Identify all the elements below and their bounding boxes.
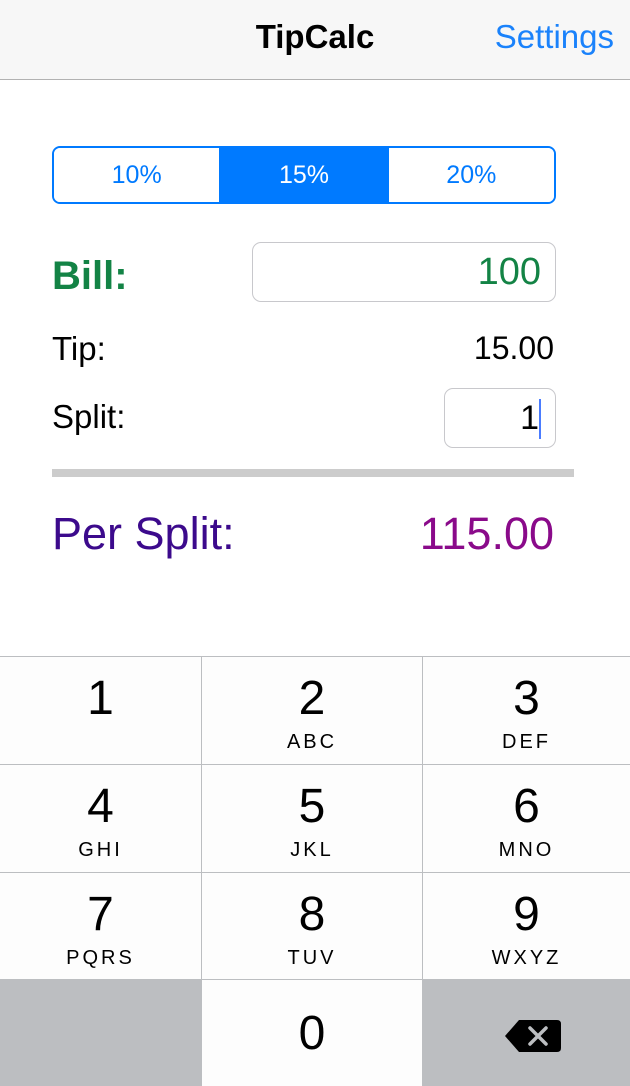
tip-segment-15[interactable]: 15% [219,148,387,202]
key-digit: 9 [513,888,540,941]
split-input[interactable]: 1 [444,388,556,448]
key-7[interactable]: 7 PQRS [0,873,201,979]
key-digit: 2 [298,672,326,725]
tip-amount: 15.00 [473,330,554,366]
key-digit: 7 [87,888,114,941]
key-digit: 0 [298,1007,326,1060]
key-4[interactable]: 4 GHI [0,765,201,872]
key-digit: 6 [513,780,540,833]
bill-label: Bill: [52,254,128,298]
backspace-icon [505,1020,561,1052]
key-3[interactable]: 3 DEF [423,657,630,764]
key-2[interactable]: 2 ABC [202,657,422,764]
split-label: Split: [52,398,126,435]
key-6[interactable]: 6 MNO [423,765,630,872]
key-1[interactable]: 1 [0,657,201,764]
key-letters: WXYZ [491,947,562,969]
tip-segment-20[interactable]: 20% [386,148,554,202]
key-letters: GHI [78,839,123,861]
key-digit: 8 [298,888,326,941]
numeric-keypad: 1 2 ABC 3 DEF 4 GHI 5 JKL 6 MNO 7 PQRS 8… [0,656,630,1086]
key-letters: MNO [498,839,555,861]
settings-button[interactable]: Settings [495,18,614,56]
split-value: 1 [520,399,539,437]
key-0[interactable]: 0 [202,980,422,1086]
divider [52,469,574,477]
key-letters: DEF [502,731,551,753]
key-9[interactable]: 9 WXYZ [423,873,630,979]
bill-input[interactable]: 100 [252,242,556,302]
tip-segment-10[interactable]: 10% [54,148,220,202]
per-split-label: Per Split: [52,508,235,559]
key-5[interactable]: 5 JKL [202,765,422,872]
key-digit: 4 [87,780,114,833]
text-cursor [539,399,541,439]
navigation-bar: TipCalc Settings [0,0,630,80]
tip-label: Tip: [52,330,106,367]
per-split-amount: 115.00 [419,508,554,559]
key-letters: PQRS [66,947,135,969]
key-8[interactable]: 8 TUV [202,873,422,979]
key-letters: ABC [286,731,338,753]
key-letters: TUV [287,947,337,969]
key-digit: 3 [513,672,540,725]
tip-percentage-selector: 10% 15% 20% [52,146,556,204]
backspace-key[interactable] [423,980,630,1086]
key-letters: JKL [290,839,334,861]
key-digit: 5 [298,780,326,833]
key-digit: 1 [87,672,114,725]
key-blank [0,980,201,1086]
